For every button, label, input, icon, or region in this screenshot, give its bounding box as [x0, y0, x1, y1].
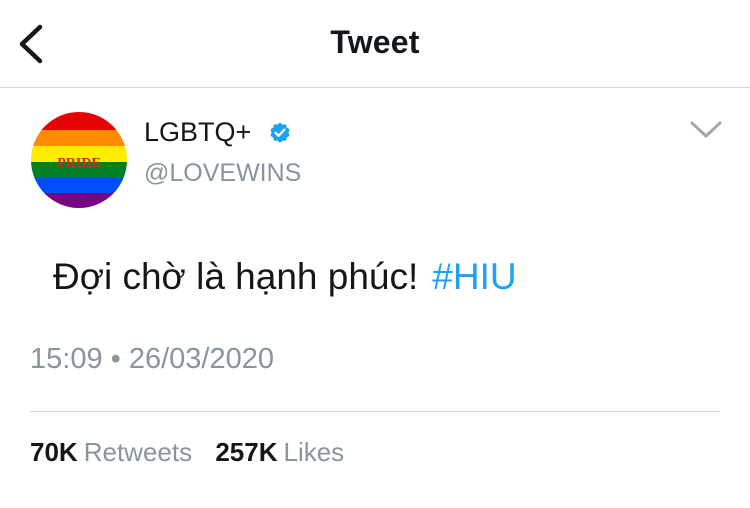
user-handle[interactable]: @LOVEWINS [144, 159, 301, 188]
display-name[interactable]: LGBTQ+ [144, 117, 251, 148]
tweet-body: Đợi chờ là hạnh phúc! #HIU [53, 256, 517, 298]
avatar-text: PRIDE [57, 156, 101, 171]
likes-count: 257K [215, 437, 278, 467]
retweets-label: Retweets [83, 437, 193, 467]
hashtag-link[interactable]: #HIU [432, 256, 516, 297]
verified-badge-icon [270, 122, 290, 143]
tweet-timestamp: 15:09 • 26/03/2020 [30, 343, 274, 375]
retweets-stat[interactable]: 70K Retweets [30, 437, 192, 468]
avatar[interactable]: PRIDE [31, 112, 127, 208]
chevron-down-icon [690, 121, 722, 138]
likes-stat[interactable]: 257K Likes [215, 437, 344, 468]
page-title: Tweet [330, 24, 420, 60]
tweet-text: Đợi chờ là hạnh phúc! [53, 256, 419, 297]
likes-label: Likes [283, 437, 345, 467]
pride-flag-avatar: PRIDE [31, 112, 127, 208]
retweets-count: 70K [30, 437, 78, 467]
divider [30, 411, 720, 412]
top-bar: Tweet [0, 0, 750, 88]
more-options-button[interactable] [688, 116, 724, 142]
tweet-stats: 70K Retweets 257K Likes [30, 437, 344, 468]
